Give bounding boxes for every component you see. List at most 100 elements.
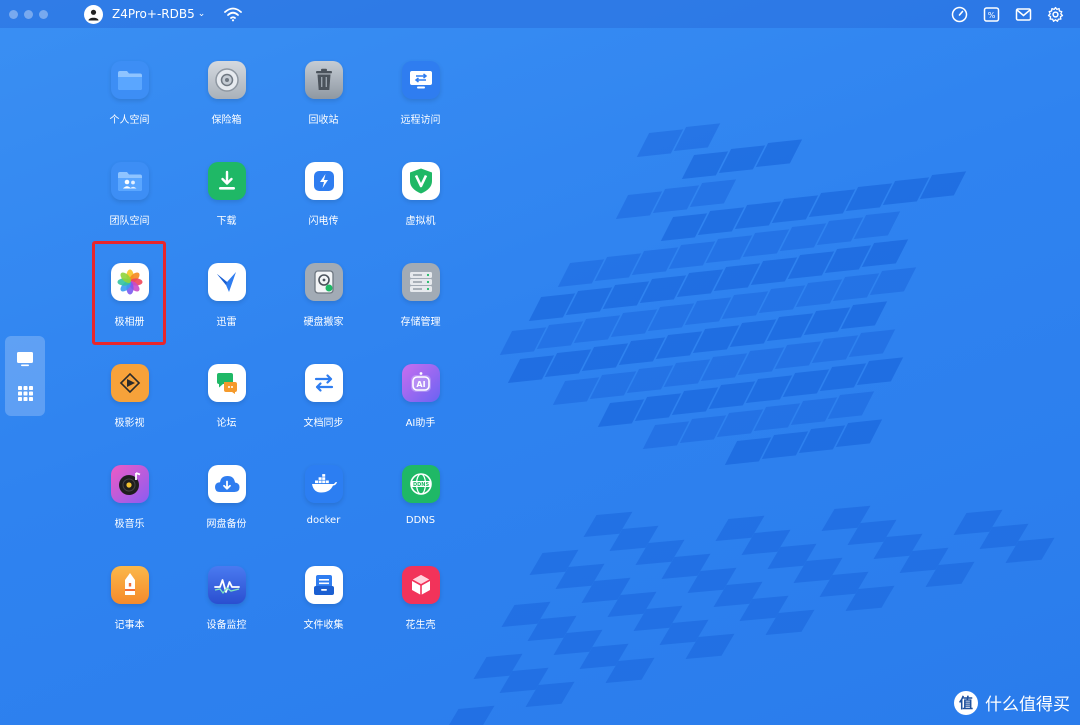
- docker-whale-icon[interactable]: [304, 465, 343, 503]
- decor-tile: [713, 263, 761, 291]
- safe-icon[interactable]: [207, 61, 246, 99]
- decor-tile: [594, 253, 642, 281]
- app-label: 闪电传: [308, 216, 339, 227]
- photos-flower-icon[interactable]: [110, 263, 149, 301]
- app-item[interactable]: DDNS DDNS: [372, 462, 469, 563]
- app-label: 文档同步: [303, 418, 344, 429]
- app-item[interactable]: 迅雷: [178, 260, 275, 361]
- decor-tile: [499, 327, 547, 355]
- app-item[interactable]: 个人空间: [81, 58, 178, 159]
- decor-tile: [639, 275, 687, 303]
- app-item[interactable]: 虚拟机: [372, 159, 469, 260]
- app-item[interactable]: 远程访问: [372, 58, 469, 159]
- app-grid-icon[interactable]: [14, 382, 36, 404]
- decor-tile: [835, 419, 883, 447]
- close-dot[interactable]: [9, 9, 18, 19]
- app-label: 极音乐: [114, 519, 145, 530]
- desktop: Z4Pro+-RDB5 ⌄ % 个人空间 保险箱 回收站 远程访问 团队空间 下…: [0, 0, 1080, 725]
- xunlei-bird-icon[interactable]: [207, 263, 246, 301]
- decor-tile: [673, 123, 721, 151]
- device-monitor-icon[interactable]: [207, 566, 246, 604]
- speed-gauge-icon[interactable]: [950, 5, 968, 23]
- decor-tile: [552, 377, 600, 405]
- app-item[interactable]: 回收站: [275, 58, 372, 159]
- app-label: 个人空间: [109, 115, 150, 126]
- app-label: 极影视: [114, 418, 145, 429]
- app-item[interactable]: 保险箱: [178, 58, 275, 159]
- remote-access-icon[interactable]: [401, 61, 440, 99]
- decor-tile: [655, 331, 703, 359]
- app-item[interactable]: 闪电传: [275, 159, 372, 260]
- file-collect-icon[interactable]: [304, 566, 343, 604]
- forum-chat-icon[interactable]: [207, 364, 246, 402]
- decor-tile: [824, 245, 872, 273]
- side-dock: [5, 336, 45, 416]
- sync-arrows-icon[interactable]: [304, 364, 343, 402]
- user-menu[interactable]: Z4Pro+-RDB5 ⌄: [84, 4, 205, 24]
- app-item[interactable]: 极相册: [81, 260, 178, 361]
- app-item[interactable]: 论坛: [178, 361, 275, 462]
- decor-tile: [919, 171, 967, 199]
- top-bar: Z4Pro+-RDB5 ⌄ %: [0, 0, 1080, 28]
- app-item[interactable]: 记事本: [81, 563, 178, 664]
- decor-tile: [827, 391, 875, 419]
- desktop-icon[interactable]: [14, 348, 36, 370]
- decor-tile: [689, 179, 737, 207]
- svg-text:AI: AI: [416, 380, 425, 389]
- folder-icon[interactable]: [110, 61, 149, 99]
- team-folder-icon[interactable]: [110, 162, 149, 200]
- peanut-cube-icon[interactable]: [401, 566, 440, 604]
- decor-tile: [631, 247, 679, 275]
- zoom-dot[interactable]: [39, 9, 48, 19]
- decor-tile: [795, 279, 843, 307]
- ddns-globe-icon[interactable]: DDNS: [401, 465, 440, 503]
- decor-tile: [634, 393, 682, 421]
- disk-move-icon[interactable]: [304, 263, 343, 301]
- decor-tile: [761, 431, 809, 459]
- app-label: docker: [306, 515, 341, 526]
- app-item[interactable]: 硬盘搬家: [275, 260, 372, 361]
- app-item[interactable]: 下载: [178, 159, 275, 260]
- mail-icon[interactable]: [1014, 5, 1032, 23]
- watermark-text: 什么值得买: [985, 695, 1070, 715]
- decor-tile: [615, 191, 663, 219]
- watermark-badge: 值: [954, 690, 978, 715]
- ai-assistant-icon[interactable]: AI: [401, 364, 440, 402]
- video-icon[interactable]: [110, 364, 149, 402]
- app-item[interactable]: 设备监控: [178, 563, 275, 664]
- app-item[interactable]: 花生壳: [372, 563, 469, 664]
- decor-tile: [660, 213, 708, 241]
- decor-tile: [790, 397, 838, 425]
- virtual-machine-icon[interactable]: [401, 162, 440, 200]
- cloud-backup-icon[interactable]: [207, 465, 246, 503]
- app-item[interactable]: 团队空间: [81, 159, 178, 260]
- app-item[interactable]: 网盘备份: [178, 462, 275, 563]
- app-item[interactable]: 极音乐: [81, 462, 178, 563]
- app-label: 网盘备份: [206, 519, 247, 530]
- app-item[interactable]: docker: [275, 462, 372, 563]
- percent-badge-icon[interactable]: %: [982, 5, 1000, 23]
- minimize-dot[interactable]: [24, 9, 33, 19]
- decor-tile: [771, 195, 819, 223]
- app-item[interactable]: AI AI助手: [372, 361, 469, 462]
- decor-tile: [750, 257, 798, 285]
- settings-gear-icon[interactable]: [1046, 5, 1064, 23]
- trash-icon[interactable]: [304, 61, 343, 99]
- svg-text:DDNS: DDNS: [412, 482, 428, 488]
- music-disc-icon[interactable]: [110, 465, 149, 503]
- app-item[interactable]: 存储管理: [372, 260, 469, 361]
- decor-tile: [449, 705, 495, 725]
- app-item[interactable]: 文档同步: [275, 361, 372, 462]
- decor-tile: [557, 259, 605, 287]
- wifi-icon[interactable]: [223, 6, 243, 22]
- decor-tile: [618, 337, 666, 365]
- download-icon[interactable]: [207, 162, 246, 200]
- decor-tile: [676, 269, 724, 297]
- decor-tile: [782, 369, 830, 397]
- app-item[interactable]: 极影视: [81, 361, 178, 462]
- lightning-transfer-icon[interactable]: [304, 162, 343, 200]
- decor-tile: [573, 315, 621, 343]
- storage-manager-icon[interactable]: [401, 263, 440, 301]
- notepad-pencil-icon[interactable]: [110, 566, 149, 604]
- app-item[interactable]: 文件收集: [275, 563, 372, 664]
